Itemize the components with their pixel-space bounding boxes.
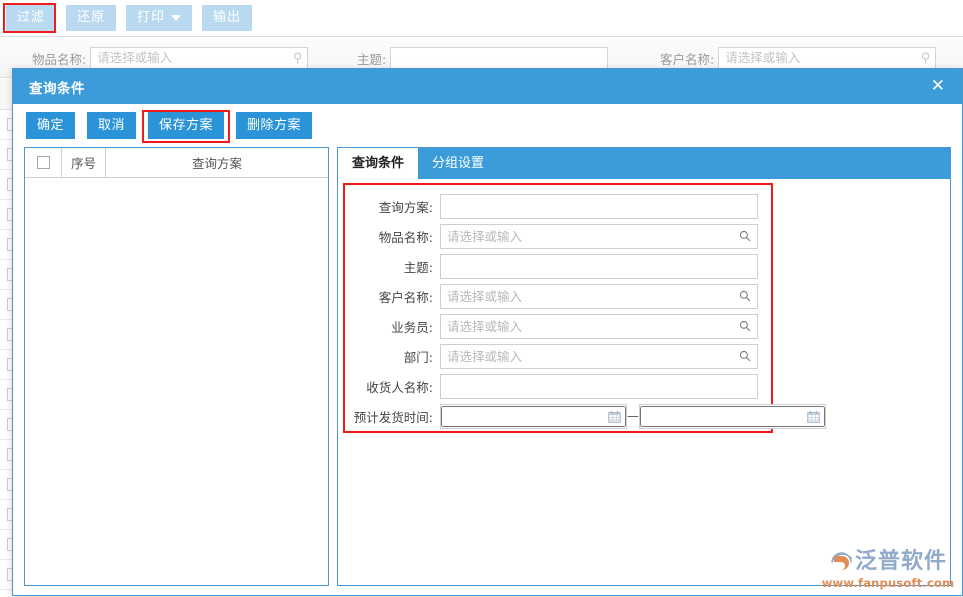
confirm-button[interactable]: 确定 [26, 112, 75, 139]
close-icon[interactable]: ✕ [928, 76, 948, 97]
field-row-department: 部门: [338, 341, 950, 371]
conditions-tab-panel: 查询条件 分组设置 查询方案: 物品名称: [337, 147, 951, 586]
dialog-title: 查询条件 [29, 77, 85, 97]
department-input[interactable] [441, 345, 757, 368]
query-plan-header-row: 序号 查询方案 [25, 148, 328, 178]
save-plan-button[interactable]: 保存方案 [148, 112, 224, 139]
bg-input-item-name[interactable]: 请选择或输入 ⚲ [90, 47, 308, 69]
input-wrap-subject[interactable] [440, 254, 758, 279]
input-wrap-ship-time-end[interactable] [639, 404, 826, 429]
filter-button[interactable]: 过滤 [6, 5, 56, 31]
customer-name-input[interactable] [441, 285, 757, 308]
chevron-down-icon [171, 15, 181, 21]
bg-field-customer-name: 客户名称: 请选择或输入 ⚲ [660, 47, 936, 69]
bg-input-customer-name-text: 请选择或输入 [725, 50, 800, 65]
bg-label-item-name: 物品名称: [32, 49, 86, 68]
item-name-input[interactable] [441, 225, 757, 248]
bg-input-item-name-text: 请选择或输入 [97, 50, 172, 65]
label-subject: 主题: [346, 257, 440, 276]
label-expected-ship-time: 预计发货时间: [346, 407, 440, 426]
label-query-plan: 查询方案: [346, 197, 440, 216]
tab-strip: 查询条件 分组设置 [338, 148, 950, 179]
filter-button-label: 过滤 [17, 5, 45, 31]
restore-button-label: 还原 [77, 5, 105, 31]
print-button-label: 打印 [137, 5, 165, 31]
ship-time-end-input[interactable] [640, 406, 825, 427]
label-customer-name: 客户名称: [346, 287, 440, 306]
consignee-name-input[interactable] [441, 375, 757, 398]
label-consignee-name: 收货人名称: [346, 377, 440, 396]
input-wrap-ship-time-start[interactable] [440, 404, 627, 429]
print-button[interactable]: 打印 [126, 5, 192, 31]
search-icon: ⚲ [293, 52, 303, 65]
field-row-item-name: 物品名称: [338, 221, 950, 251]
dialog-body: 序号 查询方案 查询条件 分组设置 查询方案: 物品名称: [13, 147, 962, 597]
bg-field-item-name: 物品名称: 请选择或输入 ⚲ [32, 47, 308, 69]
plan-header-select-all[interactable] [25, 148, 62, 177]
query-plan-panel: 序号 查询方案 [24, 147, 329, 586]
plan-header-seq: 序号 [62, 148, 106, 177]
background-toolbar: 过滤 还原 打印 输出 [0, 0, 963, 37]
search-icon: ⚲ [921, 52, 931, 65]
ship-time-start-input[interactable] [441, 406, 626, 427]
field-row-consignee-name: 收货人名称: [338, 371, 950, 401]
field-row-customer-name: 客户名称: [338, 281, 950, 311]
input-wrap-department[interactable] [440, 344, 758, 369]
dialog-toolbar: 确定 取消 保存方案 删除方案 [13, 104, 962, 147]
export-button[interactable]: 输出 [202, 5, 252, 31]
select-all-checkbox[interactable] [37, 156, 50, 169]
subject-input[interactable] [441, 255, 757, 278]
query-plan-input[interactable] [441, 195, 757, 218]
tab-content-query-conditions: 查询方案: 物品名称: 主题: [338, 179, 950, 585]
cancel-button[interactable]: 取消 [87, 112, 136, 139]
input-wrap-customer-name[interactable] [440, 284, 758, 309]
input-wrap-item-name[interactable] [440, 224, 758, 249]
dialog-header: 查询条件 ✕ [13, 69, 962, 104]
field-row-expected-ship-time: 预计发货时间: [338, 401, 950, 431]
field-row-salesperson: 业务员: [338, 311, 950, 341]
plan-header-name: 查询方案 [106, 148, 328, 177]
query-plan-rows [25, 178, 328, 585]
input-wrap-query-plan[interactable] [440, 194, 758, 219]
label-item-name: 物品名称: [346, 227, 440, 246]
label-department: 部门: [346, 347, 440, 366]
query-conditions-dialog: 查询条件 ✕ 确定 取消 保存方案 删除方案 序号 查询方案 查询条件 分组设置 [12, 68, 963, 596]
tab-query-conditions[interactable]: 查询条件 [338, 148, 418, 179]
salesperson-input[interactable] [441, 315, 757, 338]
input-wrap-salesperson[interactable] [440, 314, 758, 339]
bg-label-customer-name: 客户名称: [660, 49, 714, 68]
field-row-query-plan: 查询方案: [338, 191, 950, 221]
export-button-label: 输出 [213, 5, 241, 31]
delete-plan-button[interactable]: 删除方案 [236, 112, 312, 139]
bg-field-subject: 主题: [357, 47, 608, 69]
bg-input-customer-name[interactable]: 请选择或输入 ⚲ [718, 47, 936, 69]
input-wrap-consignee-name[interactable] [440, 374, 758, 399]
field-row-subject: 主题: [338, 251, 950, 281]
date-range-control: — [440, 404, 758, 429]
bg-label-subject: 主题: [357, 49, 386, 68]
label-salesperson: 业务员: [346, 317, 440, 336]
restore-button[interactable]: 还原 [66, 5, 116, 31]
date-range-separator: — [627, 409, 639, 423]
bg-input-subject[interactable] [390, 47, 608, 69]
tab-group-settings[interactable]: 分组设置 [418, 148, 498, 179]
